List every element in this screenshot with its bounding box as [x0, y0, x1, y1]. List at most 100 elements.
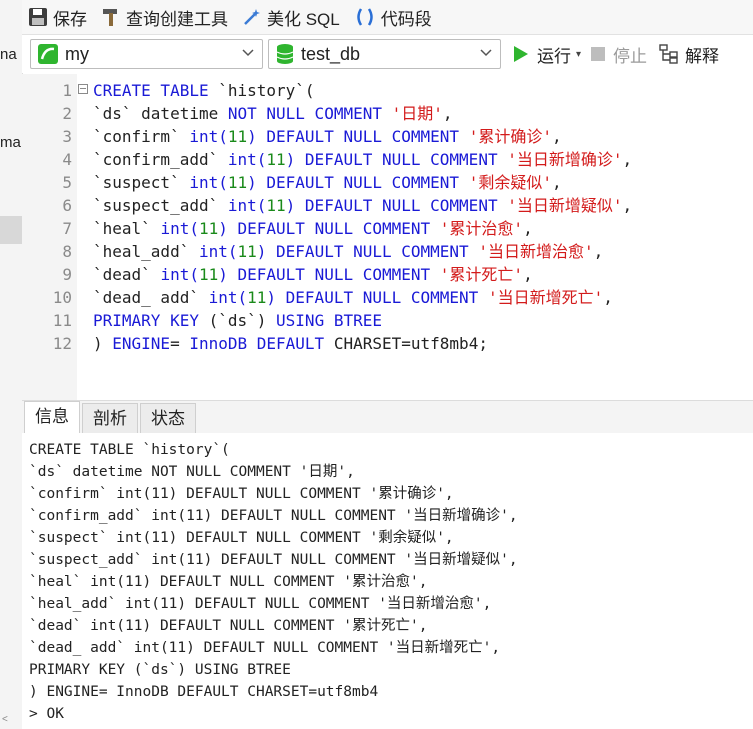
run-button[interactable]: 运行 ▾ [513, 42, 581, 67]
code-token: '累计确诊' [468, 127, 552, 146]
code-snippet-label: 代码段 [380, 9, 432, 29]
code-token: , [622, 150, 633, 169]
parentheses-icon [357, 8, 373, 26]
code-token: `confirm` [93, 127, 190, 146]
query-builder-button[interactable]: 查询创建工具 [101, 5, 228, 30]
code-snippet-button[interactable]: 代码段 [354, 5, 432, 30]
code-token: InnoDB DEFAULT [189, 334, 334, 353]
code-token: ENGINE [112, 334, 171, 353]
line-number: 11 [52, 311, 72, 330]
magic-wand-icon [244, 9, 260, 25]
tab-status[interactable]: 状态 [140, 403, 196, 433]
code-token: `confirm_add` [93, 150, 228, 169]
code-token: 11 [247, 288, 267, 307]
truncated-text: ma [0, 134, 21, 151]
message-output: CREATE TABLE `history`( `ds` datetime NOT… [22, 433, 753, 729]
connection-select[interactable]: my [30, 39, 263, 69]
output-line: > OK [29, 706, 64, 722]
code-line: 11 PRIMARY KEY (`ds`) USING BTREE [22, 309, 753, 332]
code-token: int( [208, 288, 248, 307]
code-line: 12) ENGINE= InnoDB DEFAULT CHARSET=utf8m… [22, 332, 753, 355]
code-token: , [551, 173, 562, 192]
line-number: 5 [62, 173, 72, 192]
code-token: , [603, 288, 613, 307]
selected-row[interactable] [0, 216, 22, 244]
save-button[interactable]: 保存 [28, 5, 87, 30]
toolbar: 保存 查询创建工具 美化 SQL 代码段 [22, 0, 753, 35]
code-token: ) DEFAULT NULL COMMENT [285, 196, 508, 215]
code-line: 2 `ds` datetime NOT NULL COMMENT '日期', [22, 102, 753, 125]
code-token: , [622, 196, 633, 215]
code-token: `history`( [218, 81, 315, 100]
chevron-down-icon [242, 49, 254, 57]
floppy-disk-icon [29, 8, 47, 26]
code-token: CREATE TABLE [93, 81, 219, 100]
code-token: 11 [237, 242, 257, 261]
code-token: , [593, 242, 604, 261]
stop-button[interactable]: 停止 [591, 42, 647, 67]
code-token: , [523, 219, 533, 238]
scroll-arrow-icon[interactable]: < [2, 714, 8, 725]
code-text: `ds` datetime NOT NULL COMMENT '日期', [93, 102, 453, 125]
code-token: ) [93, 334, 113, 353]
code-token: ) DEFAULT NULL COMMENT [266, 288, 488, 307]
output-line: `confirm` int(11) DEFAULT NULL COMMENT '… [29, 486, 454, 502]
tab-profile[interactable]: 剖析 [82, 403, 138, 433]
line-number: 12 [52, 334, 72, 353]
query-editor-window: 保存 查询创建工具 美化 SQL 代码段 my test_db 运行 ▾ 停止 … [22, 0, 753, 729]
code-token: , [551, 127, 562, 146]
mysql-connection-icon [38, 44, 58, 64]
code-token: CHARSET=utf8mb4; [333, 334, 488, 353]
run-dropdown-icon[interactable]: ▾ [576, 49, 581, 60]
code-token: (`ds`) [208, 311, 277, 330]
database-value: test_db [301, 43, 361, 64]
explain-plan-icon [659, 44, 678, 64]
fold-collapse-icon[interactable] [78, 84, 88, 94]
output-line: `suspect_add` int(11) DEFAULT NULL COMME… [29, 552, 518, 568]
line-number: 4 [62, 150, 72, 169]
code-token: int( [160, 219, 199, 238]
play-icon [514, 46, 528, 62]
beautify-sql-button[interactable]: 美化 SQL [242, 5, 340, 30]
code-token: int( [160, 265, 199, 284]
code-token: `suspect` [93, 173, 190, 192]
code-text: `suspect_add` int(11) DEFAULT NULL COMME… [93, 194, 632, 217]
query-builder-label: 查询创建工具 [126, 9, 228, 29]
output-line: CREATE TABLE `history`( [29, 442, 230, 458]
output-line: `ds` datetime NOT NULL COMMENT '日期', [29, 464, 355, 480]
code-text: PRIMARY KEY (`ds`) USING BTREE [93, 309, 382, 332]
code-token: '当日新增确诊' [507, 150, 623, 169]
output-line: `dead` int(11) DEFAULT NULL COMMENT '累计死… [29, 618, 428, 634]
code-token: ) DEFAULT NULL COMMENT [256, 242, 479, 261]
output-line: `confirm_add` int(11) DEFAULT NULL COMME… [29, 508, 518, 524]
code-line: 7 `heal` int(11) DEFAULT NULL COMMENT '累计… [22, 217, 753, 240]
code-line: 3 `confirm` int(11) DEFAULT NULL COMMENT … [22, 125, 753, 148]
line-number: 9 [62, 265, 72, 284]
line-number: 3 [62, 127, 72, 146]
code-token: ) DEFAULT NULL COMMENT [285, 150, 508, 169]
run-label: 运行 [537, 46, 571, 66]
line-number: 1 [62, 81, 72, 100]
code-token: ) DEFAULT NULL COMMENT [247, 173, 469, 192]
output-line: PRIMARY KEY (`ds`) USING BTREE [29, 662, 291, 678]
code-token: int( [227, 196, 267, 215]
code-token: `heal` [93, 219, 161, 238]
explain-button[interactable]: 解释 [659, 42, 719, 67]
sql-editor[interactable]: 1 CREATE TABLE `history`( 2 `ds` datetime N… [22, 74, 753, 400]
code-token: '累计死亡' [439, 265, 524, 284]
hammer-icon [103, 9, 117, 26]
line-number: 2 [62, 104, 72, 123]
code-token: int( [198, 242, 238, 261]
tab-info[interactable]: 信息 [24, 401, 80, 433]
code-text: CREATE TABLE `history`( [93, 79, 315, 102]
code-token: = [170, 334, 190, 353]
output-line: `heal` int(11) DEFAULT NULL COMMENT '累计治… [29, 574, 428, 590]
result-tabs: 信息 剖析 状态 [22, 400, 753, 434]
code-text: `dead_ add` int(11) DEFAULT NULL COMMENT… [93, 286, 613, 309]
database-select[interactable]: test_db [268, 39, 501, 69]
line-number: 8 [62, 242, 72, 261]
database-icon [276, 44, 294, 64]
code-text: `heal_add` int(11) DEFAULT NULL COMMENT … [93, 240, 603, 263]
code-token: `dead_ add` [93, 288, 209, 307]
chevron-down-icon [480, 49, 492, 57]
